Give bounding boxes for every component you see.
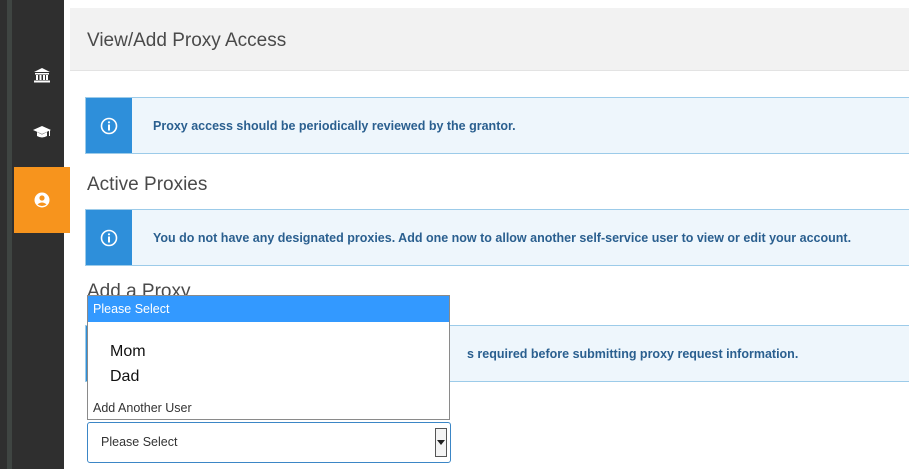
sidebar-edge: [7, 0, 12, 469]
alert-message: Proxy access should be periodically revi…: [153, 118, 516, 133]
graduation-cap-icon: [33, 126, 51, 138]
info-icon-box: [86, 98, 132, 153]
info-icon-box: [86, 210, 132, 265]
sidebar-item-home[interactable]: [14, 0, 70, 10]
info-icon: [100, 117, 118, 134]
alert-message: s required before submitting proxy reque…: [467, 346, 799, 361]
page-header: View/Add Proxy Access: [70, 8, 909, 71]
sidebar-nav: [0, 0, 70, 469]
top-strip: [70, 0, 909, 8]
dropdown-option-mom[interactable]: Mom: [110, 343, 449, 361]
proxy-select-toggle[interactable]: [435, 428, 447, 457]
info-icon: [100, 229, 118, 246]
proxy-select-dropdown: Please Select Mom Dad Add Another User: [87, 295, 450, 420]
bank-icon: [34, 68, 50, 83]
dropdown-option-add-another-user[interactable]: Add Another User: [93, 401, 449, 415]
caret-down-icon: [437, 439, 445, 445]
sidebar-item-academics[interactable]: [14, 101, 70, 163]
dropdown-option-please-select[interactable]: Please Select: [88, 296, 449, 322]
section-title-active-proxies: Active Proxies: [87, 174, 208, 195]
sidebar-item-personal[interactable]: [14, 167, 70, 233]
proxy-select-value: Please Select: [101, 435, 178, 449]
sidebar-item-finance[interactable]: [14, 44, 70, 106]
proxy-select[interactable]: Please Select: [87, 422, 451, 463]
alert-message: You do not have any designated proxies. …: [153, 230, 852, 245]
info-alert-no-proxies: You do not have any designated proxies. …: [85, 209, 909, 266]
user-circle-icon: [34, 192, 50, 208]
info-alert-review: Proxy access should be periodically revi…: [85, 97, 909, 154]
dropdown-option-dad[interactable]: Dad: [110, 368, 449, 386]
page-title: View/Add Proxy Access: [87, 30, 287, 51]
